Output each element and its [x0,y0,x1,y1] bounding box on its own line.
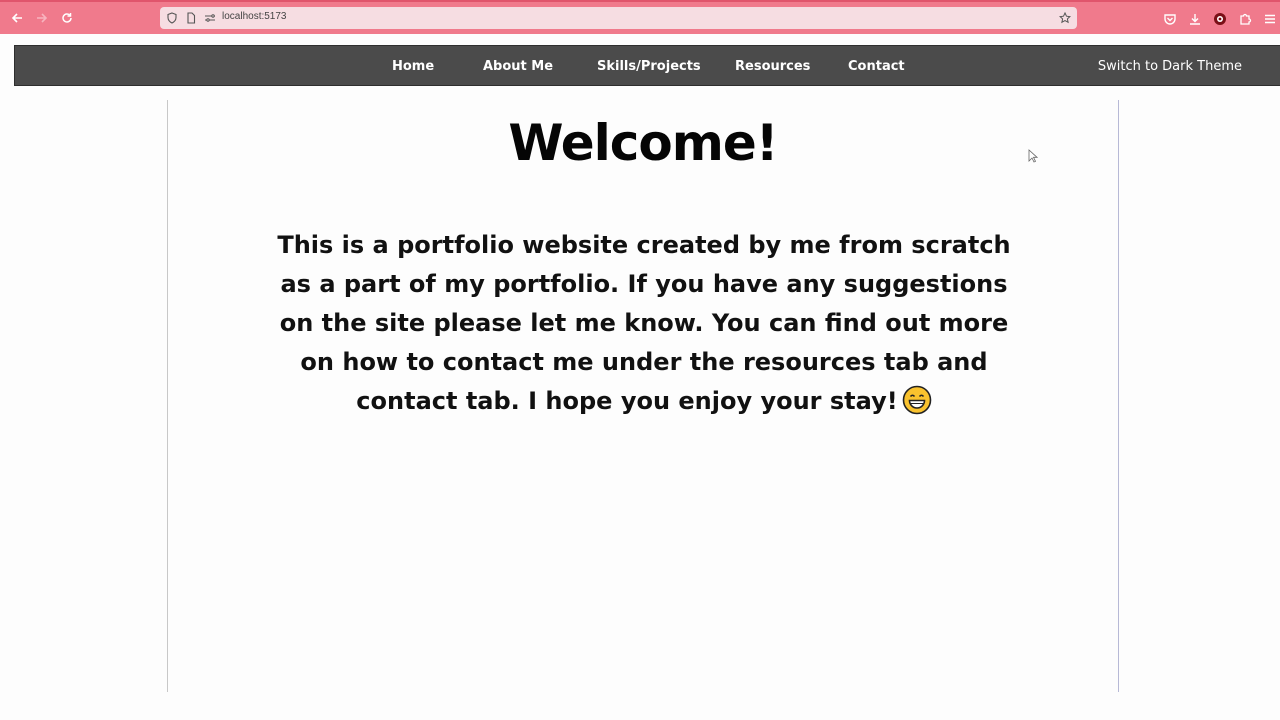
intro-text: This is a portfolio website created by m… [277,231,1011,415]
grinning-face-icon [902,385,931,415]
download-icon [1190,14,1200,25]
extension-icon [1214,13,1226,25]
theme-toggle-button[interactable]: Switch to Dark Theme [1098,59,1242,74]
main-content: Welcome! This is a portfolio website cre… [167,100,1119,692]
puzzle-icon [1240,13,1252,25]
menu-button[interactable] [1263,11,1277,25]
browser-toolbar: localhost:5173 [0,0,1280,34]
shield-icon[interactable] [166,12,178,24]
nav-link-resources[interactable]: Resources [735,59,810,74]
hamburger-icon [1265,14,1275,24]
reload-icon [62,13,72,23]
pocket-button[interactable] [1163,11,1177,25]
page-title: Welcome! [508,114,778,172]
intro-paragraph: This is a portfolio website created by m… [268,226,1020,421]
nav-link-contact[interactable]: Contact [848,59,905,74]
page-icon[interactable] [185,12,197,24]
addons-button[interactable] [1238,11,1252,25]
url-bar[interactable]: localhost:5173 [160,7,1077,29]
arrow-right-icon [37,13,48,23]
mouse-cursor-icon [1028,149,1038,163]
pocket-icon [1164,14,1176,25]
back-button[interactable] [10,11,24,25]
permissions-icon[interactable] [204,12,216,24]
star-icon[interactable] [1059,12,1071,24]
url-text[interactable]: localhost:5173 [222,11,287,22]
nav-link-home[interactable]: Home [392,59,434,74]
downloads-button[interactable] [1188,11,1202,25]
site-nav: Home About Me Skills/Projects Resources … [14,45,1280,86]
arrow-left-icon [11,13,22,23]
reload-button[interactable] [60,11,74,25]
forward-button[interactable] [35,11,49,25]
nav-link-about-me[interactable]: About Me [483,59,553,74]
nav-link-skills-projects[interactable]: Skills/Projects [597,59,701,74]
extension-button[interactable] [1213,11,1227,25]
